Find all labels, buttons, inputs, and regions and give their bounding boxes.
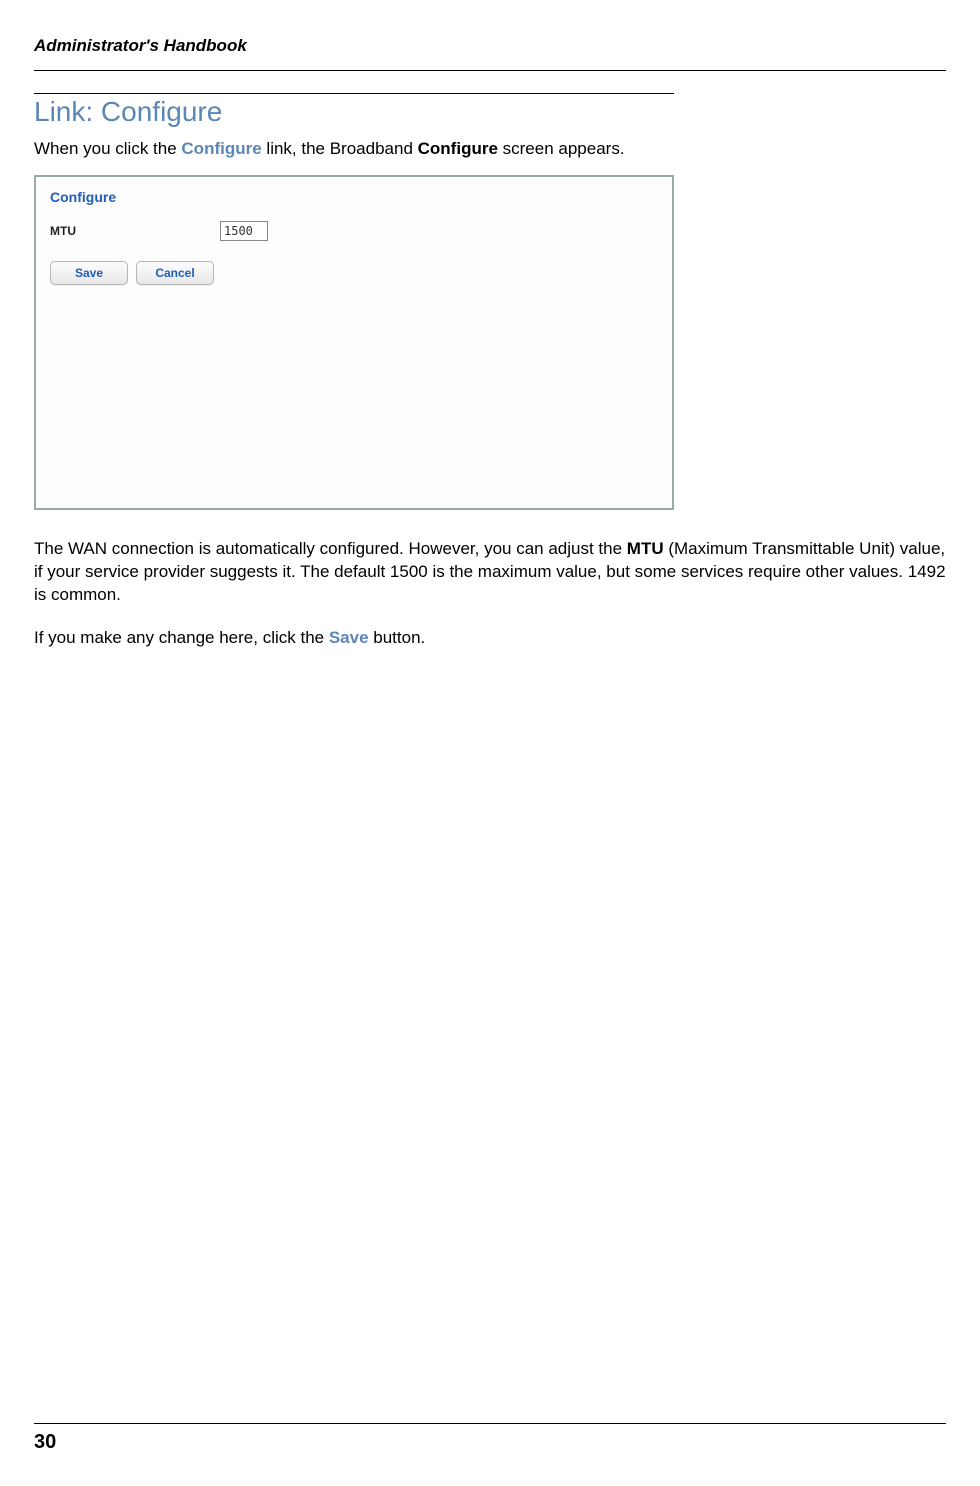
running-header: Administrator's Handbook (34, 36, 946, 56)
footer-rule (34, 1423, 946, 1424)
paragraph-2: If you make any change here, click the S… (34, 627, 946, 650)
intro-text-prefix: When you click the (34, 139, 181, 158)
mtu-row: MTU (50, 221, 658, 241)
p2-save-ref: Save (329, 628, 369, 647)
panel-buttons-row: Save Cancel (50, 261, 658, 285)
section-rule (34, 93, 674, 94)
configure-screenshot-panel: Configure MTU Save Cancel (34, 175, 674, 510)
page-number: 30 (34, 1431, 56, 1454)
p2-prefix: If you make any change here, click the (34, 628, 329, 647)
panel-title: Configure (50, 189, 658, 205)
paragraph-1: The WAN connection is automatically conf… (34, 538, 946, 607)
section-title: Link: Configure (34, 96, 946, 128)
intro-bold: Configure (418, 139, 498, 158)
p1-mtu-bold: MTU (627, 539, 664, 558)
header-rule (34, 70, 946, 71)
mtu-input[interactable] (220, 221, 268, 241)
p2-suffix: button. (369, 628, 426, 647)
intro-text-suffix: screen appears. (498, 139, 625, 158)
configure-link-text: Configure (181, 139, 261, 158)
save-button[interactable]: Save (50, 261, 128, 285)
mtu-label: MTU (50, 224, 220, 238)
intro-text-mid: link, the Broadband (262, 139, 418, 158)
cancel-button[interactable]: Cancel (136, 261, 214, 285)
p1-prefix: The WAN connection is automatically conf… (34, 539, 627, 558)
intro-paragraph: When you click the Configure link, the B… (34, 138, 946, 161)
